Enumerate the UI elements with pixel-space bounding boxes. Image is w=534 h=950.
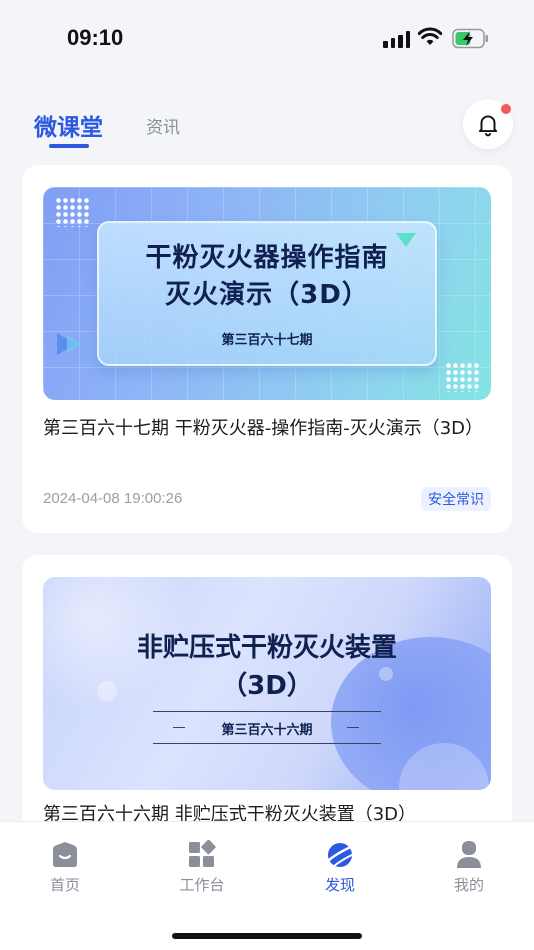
notification-button[interactable] [463,99,513,149]
workbench-grid-icon [189,840,216,867]
home-indicator [172,933,362,939]
cover-title-line2: 灭火演示（3D） [165,280,369,310]
top-tabs: 微课堂 资讯 [0,99,534,160]
course-card[interactable]: 干粉灭火器操作指南 灭火演示（3D） 第三百六十七期 第三百六十七期 干粉灭火器… [22,165,512,533]
tab-zixun[interactable]: 资讯 [146,113,180,138]
nav-home-label: 首页 [49,876,80,894]
nav-discover[interactable]: 发现 [300,840,380,895]
nav-workbench-label: 工作台 [179,876,225,894]
course-date: 2024-04-08 19:00:26 [43,490,183,507]
cover-title-line1: 干粉灭火器操作指南 [145,243,389,273]
bell-icon [478,115,498,137]
divider-line [153,711,381,712]
tab-active-indicator [49,144,89,148]
planet-icon [325,843,355,867]
cover-title-line1: 非贮压式干粉灭火装置 [136,633,397,663]
nav-workbench[interactable]: 工作台 [162,840,242,895]
course-cover-image: 非贮压式干粉灭火装置 （3D） 第三百六十六期 [43,577,491,790]
bottom-nav: 首页 工作台 发现 我的 [0,821,534,950]
cover-title-line2: （3D） [221,671,313,701]
divider-dash [347,727,359,728]
wifi-icon [418,27,442,45]
dot-pattern-decoration [55,197,89,227]
user-icon [457,841,481,868]
home-icon [53,842,77,867]
cover-issue: 第三百六十七期 [221,333,313,348]
nav-discover-label: 发现 [324,876,355,894]
category-tag: 安全常识 [421,487,491,511]
battery-charging-icon [452,28,488,49]
notification-badge-dot [501,104,511,114]
nav-mine[interactable]: 我的 [429,840,509,895]
nav-mine-label: 我的 [453,876,484,894]
tab-weiketang[interactable]: 微课堂 [34,108,103,142]
cellular-signal-icon [383,30,410,48]
status-time: 09:10 [67,25,124,50]
nav-home[interactable]: 首页 [25,840,105,895]
course-cover-image: 干粉灭火器操作指南 灭火演示（3D） 第三百六十七期 [43,187,491,400]
course-title[interactable]: 第三百六十七期 干粉灭火器-操作指南-灭火演示（3D） [43,414,491,444]
status-bar: 09:10 [0,0,534,80]
cover-issue: 第三百六十六期 [221,723,313,738]
divider-line [153,743,381,744]
dot-pattern-decoration [445,362,479,392]
course-card[interactable]: 非贮压式干粉灭火装置 （3D） 第三百六十六期 第三百六十六期 非贮压式干粉灭火… [22,555,512,855]
